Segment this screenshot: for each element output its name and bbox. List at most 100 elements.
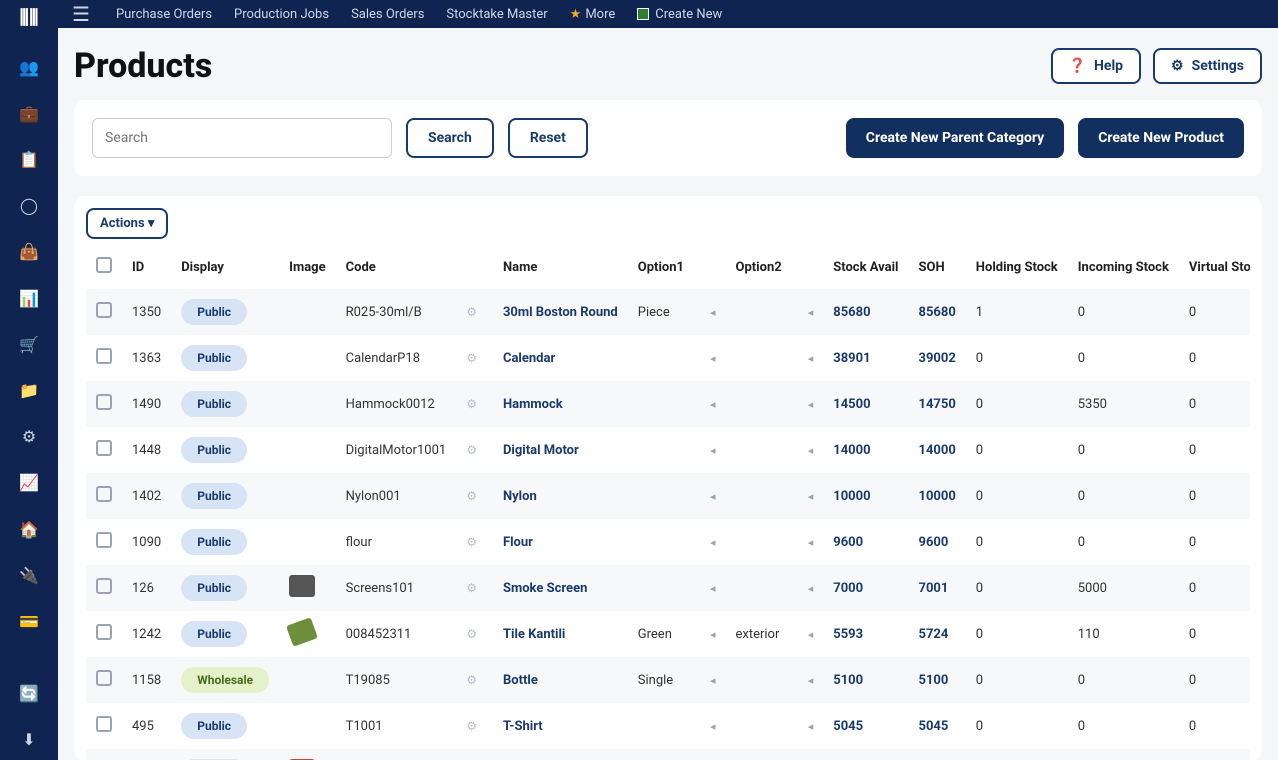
chart-icon[interactable]: 📊 xyxy=(18,288,40,308)
display-badge[interactable]: Public xyxy=(181,483,247,509)
sync-icon[interactable]: 🔄 xyxy=(18,684,40,704)
column-header[interactable]: Incoming Stock xyxy=(1068,245,1179,289)
row-checkbox[interactable] xyxy=(96,394,112,410)
card-icon[interactable]: 💳 xyxy=(18,611,40,631)
cell-name[interactable]: Bottle xyxy=(493,657,628,703)
download-icon[interactable]: ⬇ xyxy=(18,730,40,750)
help-button[interactable]: ❓Help xyxy=(1051,48,1141,84)
column-header[interactable]: Holding Stock xyxy=(966,245,1068,289)
row-gear-icon[interactable]: ⚙ xyxy=(466,535,477,549)
row-gear-icon[interactable]: ⚙ xyxy=(466,351,477,365)
nav-sales-orders[interactable]: Sales Orders xyxy=(351,7,424,22)
row-gear-icon[interactable]: ⚙ xyxy=(466,719,477,733)
users-icon[interactable]: 👥 xyxy=(18,57,40,77)
nav-stocktake-master[interactable]: Stocktake Master xyxy=(446,7,547,22)
cart-icon[interactable]: 🛒 xyxy=(18,334,40,354)
row-gear-icon[interactable]: ⚙ xyxy=(466,581,477,595)
display-badge[interactable]: Public xyxy=(181,299,247,325)
bag-icon[interactable]: 👜 xyxy=(18,242,40,262)
cell-name[interactable]: Nylon xyxy=(493,473,628,519)
row-gear-icon[interactable]: ⚙ xyxy=(466,443,477,457)
option2-caret-icon[interactable]: ◂ xyxy=(808,306,814,319)
home-icon[interactable]: 🏠 xyxy=(18,519,40,539)
option2-caret-icon[interactable]: ◂ xyxy=(808,536,814,549)
hamburger-icon[interactable]: ☰ xyxy=(72,2,90,26)
row-gear-icon[interactable]: ⚙ xyxy=(466,489,477,503)
create-product-button[interactable]: Create New Product xyxy=(1078,118,1244,158)
option1-caret-icon[interactable]: ◂ xyxy=(710,628,716,641)
briefcase-icon[interactable]: 💼 xyxy=(18,103,40,123)
cell-name[interactable]: Digital Motor xyxy=(493,427,628,473)
column-header[interactable]: ID xyxy=(122,245,171,289)
row-gear-icon[interactable]: ⚙ xyxy=(466,673,477,687)
option1-caret-icon[interactable]: ◂ xyxy=(710,352,716,365)
option2-caret-icon[interactable]: ◂ xyxy=(808,628,814,641)
cell-name[interactable]: Flour xyxy=(493,519,628,565)
actions-dropdown[interactable]: Actions ▾ xyxy=(86,208,168,239)
create-parent-category-button[interactable]: Create New Parent Category xyxy=(846,118,1064,158)
clipboard-icon[interactable]: 📋 xyxy=(18,149,40,169)
column-header[interactable]: Image xyxy=(279,245,335,289)
cell-name[interactable]: Calendar xyxy=(493,335,628,381)
option1-caret-icon[interactable]: ◂ xyxy=(710,536,716,549)
column-header[interactable]: SOH xyxy=(909,245,966,289)
option2-caret-icon[interactable]: ◂ xyxy=(808,674,814,687)
sitemap-icon[interactable]: ⚙ xyxy=(18,427,40,447)
option2-caret-icon[interactable]: ◂ xyxy=(808,582,814,595)
nav-purchase-orders[interactable]: Purchase Orders xyxy=(116,7,212,22)
column-header[interactable] xyxy=(86,245,122,289)
select-all-checkbox[interactable] xyxy=(96,257,112,273)
column-header[interactable]: Option1 xyxy=(628,245,694,289)
row-checkbox[interactable] xyxy=(96,348,112,364)
column-header[interactable] xyxy=(694,245,726,289)
column-header[interactable]: Name xyxy=(493,245,628,289)
option1-caret-icon[interactable]: ◂ xyxy=(710,720,716,733)
display-badge[interactable]: Public xyxy=(181,529,247,555)
option1-caret-icon[interactable]: ◂ xyxy=(710,444,716,457)
row-checkbox[interactable] xyxy=(96,716,112,732)
row-checkbox[interactable] xyxy=(96,578,112,594)
cell-name[interactable]: Smoke Screen xyxy=(493,565,628,611)
option2-caret-icon[interactable]: ◂ xyxy=(808,398,814,411)
reset-button[interactable]: Reset xyxy=(508,118,588,158)
display-badge[interactable]: Wholesale xyxy=(181,667,269,693)
column-header[interactable]: Virtual Stock xyxy=(1179,245,1250,289)
display-badge[interactable]: Public xyxy=(181,575,247,601)
option2-caret-icon[interactable]: ◂ xyxy=(808,352,814,365)
display-badge[interactable]: Public xyxy=(181,713,247,739)
option1-caret-icon[interactable]: ◂ xyxy=(710,306,716,319)
circle-icon[interactable]: ◯ xyxy=(18,196,40,216)
folder-icon[interactable]: 📁 xyxy=(18,380,40,400)
cell-name[interactable]: Tile Kantili xyxy=(493,611,628,657)
plug-icon[interactable]: 🔌 xyxy=(18,565,40,585)
option1-caret-icon[interactable]: ◂ xyxy=(710,674,716,687)
nav-production-jobs[interactable]: Production Jobs xyxy=(234,7,329,22)
row-gear-icon[interactable]: ⚙ xyxy=(466,397,477,411)
column-header[interactable]: Option2 xyxy=(726,245,792,289)
search-input[interactable] xyxy=(92,118,392,158)
option2-caret-icon[interactable]: ◂ xyxy=(808,444,814,457)
search-button[interactable]: Search xyxy=(406,118,494,158)
row-gear-icon[interactable]: ⚙ xyxy=(466,305,477,319)
column-header[interactable] xyxy=(456,245,493,289)
cell-name[interactable]: T-Shirt xyxy=(493,703,628,749)
cell-name[interactable]: o ring xyxy=(493,749,628,760)
display-badge[interactable]: Public xyxy=(181,391,247,417)
nav-create-new[interactable]: Create New xyxy=(637,7,722,22)
cell-name[interactable]: Hammock xyxy=(493,381,628,427)
row-checkbox[interactable] xyxy=(96,670,112,686)
row-checkbox[interactable] xyxy=(96,624,112,640)
display-badge[interactable]: Public xyxy=(181,621,247,647)
settings-button[interactable]: ⚙Settings xyxy=(1153,48,1262,84)
row-checkbox[interactable] xyxy=(96,440,112,456)
row-checkbox[interactable] xyxy=(96,302,112,318)
column-header[interactable]: Display xyxy=(171,245,279,289)
row-gear-icon[interactable]: ⚙ xyxy=(466,627,477,641)
row-checkbox[interactable] xyxy=(96,486,112,502)
column-header[interactable]: Stock Avail xyxy=(823,245,908,289)
option2-caret-icon[interactable]: ◂ xyxy=(808,720,814,733)
cell-name[interactable]: 30ml Boston Round xyxy=(493,289,628,335)
option1-caret-icon[interactable]: ◂ xyxy=(710,490,716,503)
bars-icon[interactable]: 📈 xyxy=(18,473,40,493)
display-badge[interactable]: Public xyxy=(181,437,247,463)
